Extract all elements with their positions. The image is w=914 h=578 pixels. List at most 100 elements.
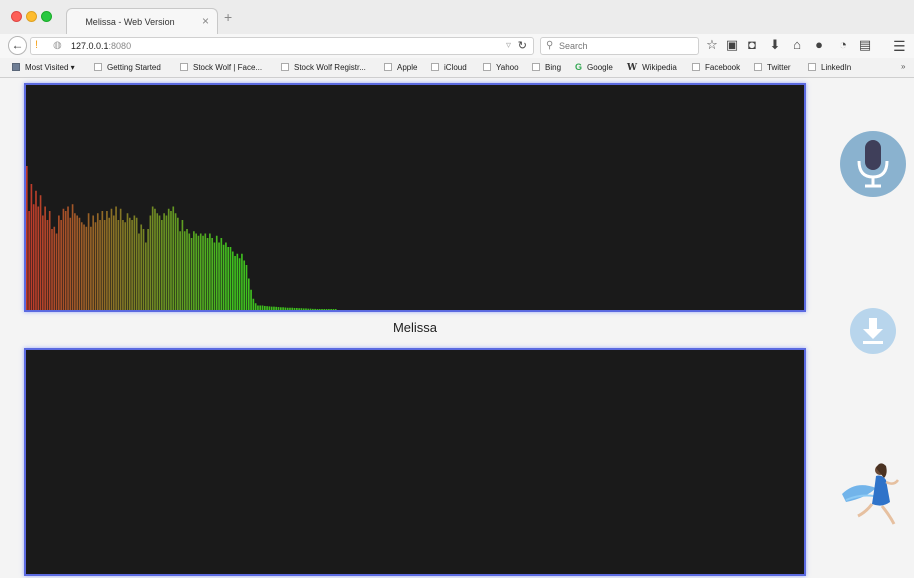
spectrum-bar [37,206,40,310]
bookmark-stock-wolf-face[interactable]: Stock Wolf | Face... [180,62,262,73]
microphone-button[interactable] [840,131,906,197]
browser-titlebar: Melissa - Web Version × + [0,0,914,34]
bookmark-star-icon[interactable]: ☆ [704,38,720,52]
spectrum-bar [90,226,92,310]
spectrum-bar [115,206,117,310]
bookmark-wikipedia[interactable]: W Wikipedia [627,62,677,73]
search-input[interactable] [559,40,689,52]
response-panel [24,348,806,576]
spectrum-bar [177,217,179,310]
sidebar-icon[interactable]: ▤ [857,38,873,52]
menu-icon[interactable]: ☰ [893,38,906,55]
bookmarks-toolbar: Most Visited ▾ Getting Started Stock Wol… [0,58,914,78]
bookmark-linkedin[interactable]: LinkedIn [808,62,851,73]
spectrum-bar [172,206,175,310]
page-icon [483,63,491,71]
spectrum-bar [35,190,37,310]
bookmark-twitter[interactable]: Twitter [754,62,791,73]
spectrum-bar [163,213,165,310]
spectrum-bar [158,215,161,310]
spectrum-bar [312,308,314,310]
minimize-window-button[interactable] [26,11,37,22]
bookmark-stock-wolf-registr[interactable]: Stock Wolf Registr... [281,62,366,73]
close-window-button[interactable] [11,11,22,22]
search-box[interactable]: ⚲ [540,37,699,55]
bookmark-apple[interactable]: Apple [384,62,417,73]
bookmark-getting-started[interactable]: Getting Started [94,62,161,73]
spectrum-bar [220,238,223,310]
spectrum-bar [142,229,145,310]
site-info-icon[interactable]: ◍ [53,40,62,51]
bookmark-most-visited[interactable]: Most Visited ▾ [12,62,75,73]
spectrum-bar [135,217,138,310]
spectrum-bar [305,308,307,310]
spectrum-bar [39,195,42,310]
spectrum-bar [92,215,95,310]
spectrum-bar [53,226,56,310]
chat-icon[interactable]: ● [811,38,827,52]
bookmarks-menu-icon[interactable]: ▣ [724,38,740,52]
flash-plugin-icon[interactable]: ǃ [35,39,38,51]
url-port: :8080 [108,41,132,51]
back-button[interactable]: ← [8,36,27,55]
new-tab-icon[interactable]: + [224,10,232,24]
extension-icon[interactable]: ◔ [835,38,851,52]
spectrum-bar [140,224,143,310]
browser-tab[interactable]: Melissa - Web Version × [66,8,218,34]
close-tab-icon[interactable]: × [202,14,209,28]
spectrum-bar [83,224,85,310]
spectrum-bar [314,308,316,310]
spectrum-bar [218,242,220,310]
audio-spectrum [26,166,337,310]
spectrum-bar [60,220,62,310]
spectrum-bar [30,184,33,310]
spectrum-bar [225,242,227,310]
page-icon [431,63,439,71]
home-icon[interactable]: ⌂ [789,38,805,52]
spectrum-bar [296,307,298,310]
bookmark-yahoo[interactable]: Yahoo [483,62,519,73]
url-text[interactable]: 127.0.0.1:8080 [71,41,131,51]
spectrum-bar [234,256,236,310]
spectrum-bar [42,215,44,310]
spectrum-bar [293,307,296,310]
folder-icon [12,63,20,71]
bookmark-google[interactable]: G Google [575,62,613,73]
bookmark-icloud[interactable]: iCloud [431,62,467,73]
download-button[interactable] [850,308,896,354]
url-bar[interactable]: ǃ ◍ 127.0.0.1:8080 ▿ ↻ [30,37,534,55]
pocket-icon[interactable]: ◘ [744,38,760,52]
bookmark-facebook[interactable]: Facebook [692,62,740,73]
spectrum-bar [151,206,154,310]
spectrum-bar [55,233,58,310]
spectrum-bar [197,235,200,310]
spectrum-bar [133,215,136,310]
spectrum-bar [179,231,181,310]
spectrum-bar [277,307,280,310]
downloads-icon[interactable]: ⬇ [767,38,783,52]
spectrum-bar [67,206,69,310]
spectrum-bar [275,306,278,310]
spectrum-bar [263,305,266,310]
url-dropdown-icon[interactable]: ▿ [506,40,511,51]
reload-icon[interactable]: ↻ [518,39,527,52]
spectrum-bar [85,226,88,310]
zoom-window-button[interactable] [41,11,52,22]
spectrum-bar [147,229,149,310]
spectrum-bar [126,213,129,310]
spectrum-bar [181,220,184,310]
spectrum-bar [259,305,262,310]
spectrum-bar [332,309,335,310]
spectrum-bar [254,303,257,310]
spectrum-bar [101,211,104,310]
spectrum-bar [273,306,275,310]
bookmarks-overflow-icon[interactable]: » [901,62,905,71]
spectrum-bar [64,211,67,310]
spectrum-bar [211,238,213,310]
bookmark-bing[interactable]: Bing [532,62,561,73]
spectrum-bar [69,217,72,310]
page-content: Melissa [0,78,914,578]
spectrum-bar [289,307,291,310]
spectrum-bar [247,278,250,310]
microphone-icon [857,140,889,188]
